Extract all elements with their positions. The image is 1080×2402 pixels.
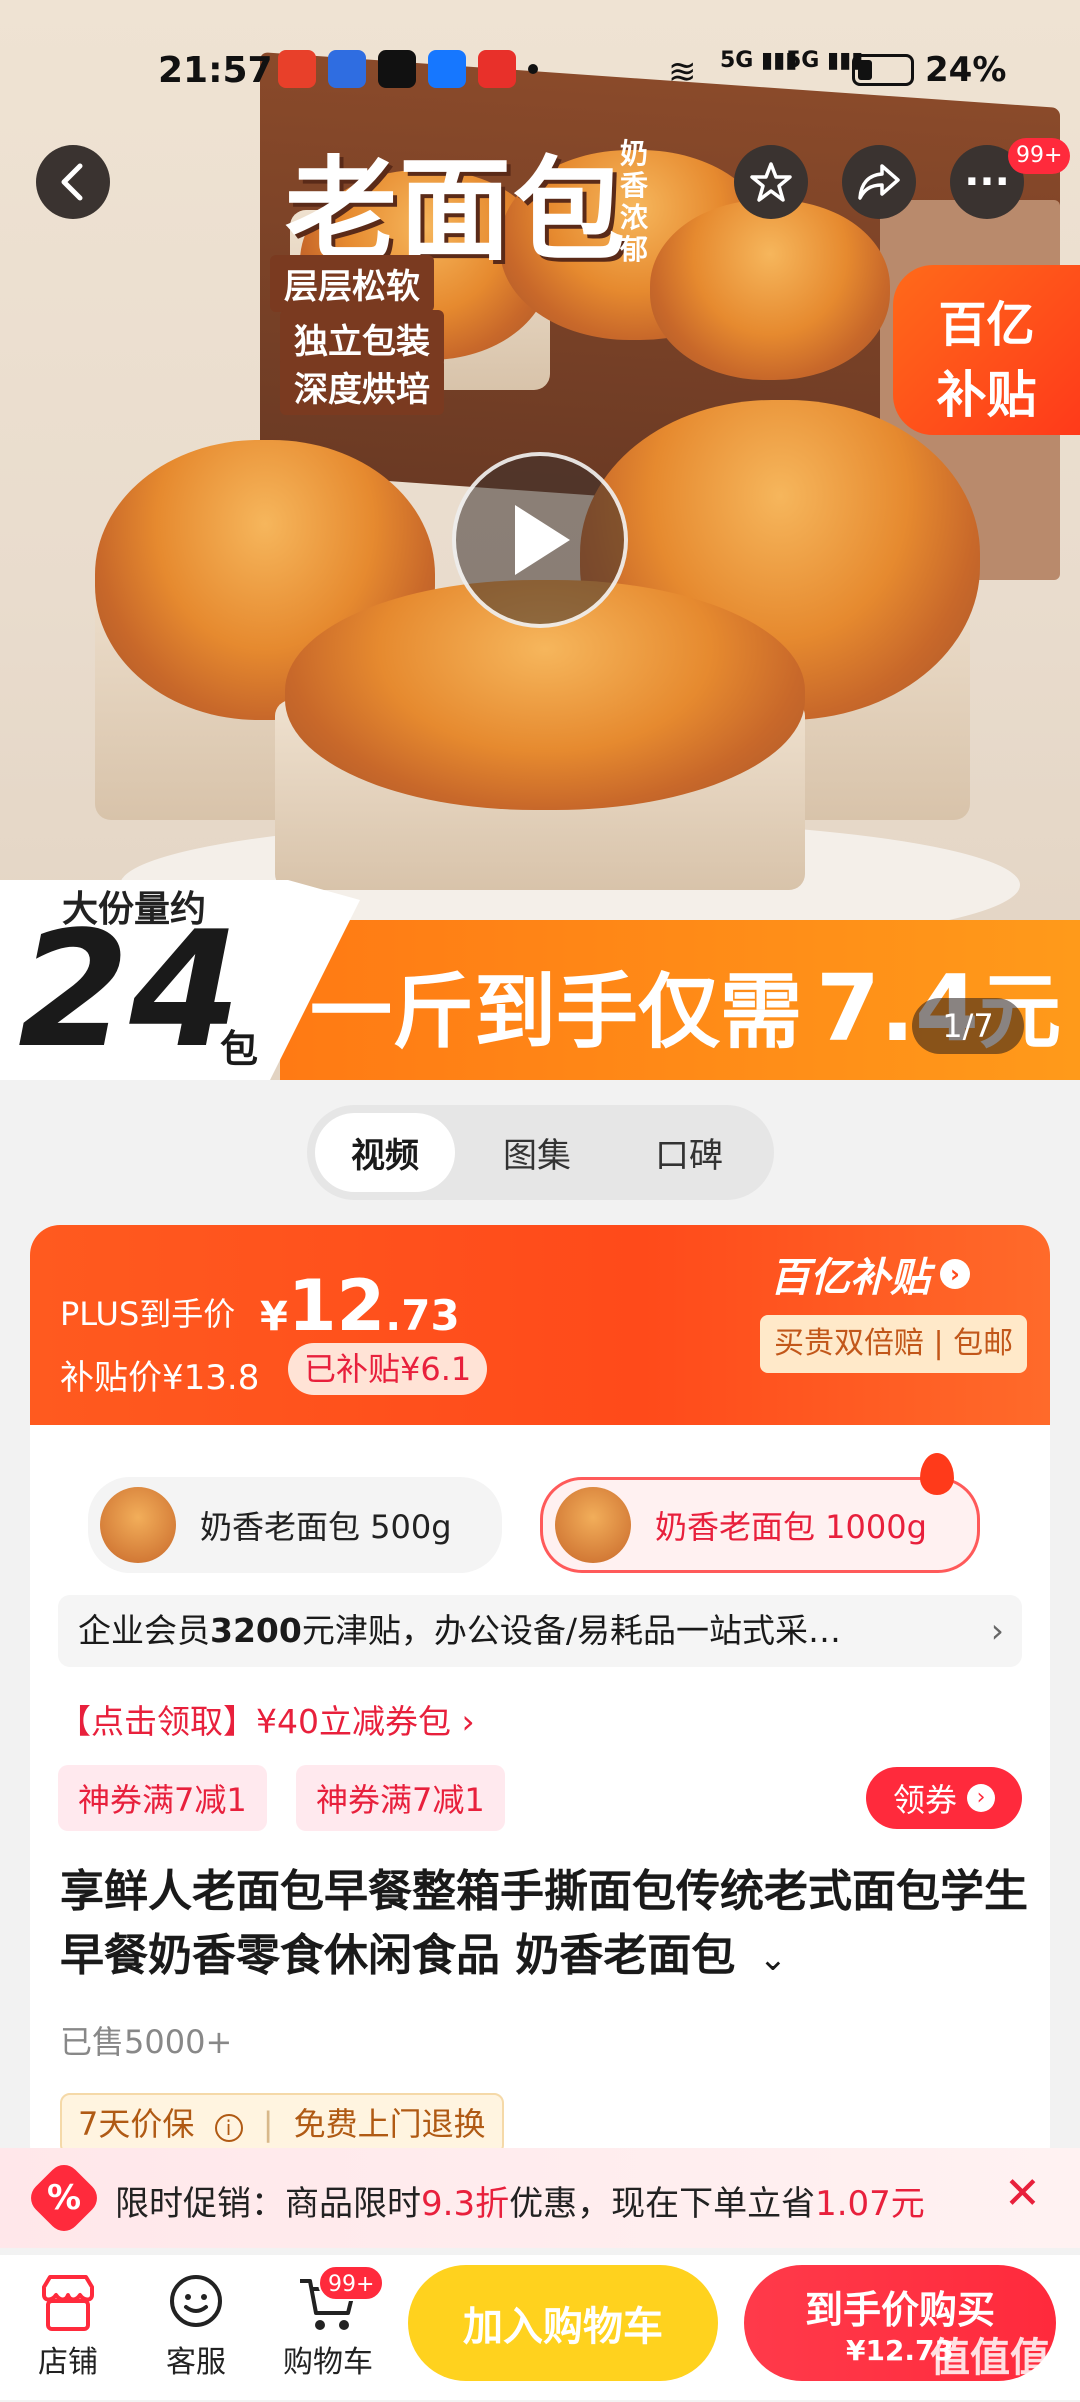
hot-flame-icon — [920, 1453, 954, 1495]
hero-feature-1: 层层松软 — [270, 255, 434, 312]
favorite-button[interactable] — [734, 145, 808, 219]
battery-percent: 24% — [925, 50, 1007, 90]
cart-badge: 99+ — [318, 2265, 385, 2301]
service-badges[interactable]: 7天价保 i | 免费上门退换 — [60, 2093, 504, 2155]
image-page-indicator: 1/7 — [912, 998, 1024, 1054]
tab-video[interactable]: 视频 — [315, 1113, 455, 1192]
media-tab-bar: 视频 图集 口碑 — [307, 1105, 774, 1200]
coupon-pack-link[interactable]: 【点击领取】¥40立减券包 › — [58, 1695, 475, 1743]
chevron-left-icon — [61, 163, 83, 201]
more-dots-icon: ··· — [964, 159, 1010, 205]
enterprise-banner[interactable]: 企业会员3200元津贴，办公设备/易耗品一站式采… › — [58, 1595, 1022, 1667]
price-header: PLUS到手价 ¥12.73 补贴价¥13.8 已补贴¥6.1 百亿补贴 › 买… — [30, 1225, 1050, 1425]
more-badge: 99+ — [1008, 138, 1071, 174]
billion-subsidy-link[interactable]: 百亿补贴 › — [770, 1245, 970, 1303]
subsidized-badge: 已补贴¥6.1 — [288, 1343, 488, 1395]
claim-coupon-button[interactable]: 领券 › — [866, 1767, 1022, 1829]
tab-gallery[interactable]: 图集 — [467, 1113, 607, 1192]
info-icon: i — [214, 2114, 243, 2142]
add-to-cart-button[interactable]: 加入购物车 — [408, 2265, 718, 2381]
guarantee-badge: 买贵双倍赔 | 包邮 — [760, 1315, 1028, 1373]
coupon-tag-2: 神券满7减1 — [296, 1765, 505, 1831]
plus-price: ¥12.73 — [260, 1265, 460, 1347]
product-hero-image[interactable]: 老面包 奶香浓郁 层层松软 独立包装 深度烘培 百亿 补贴 大份量约 24 包 … — [0, 0, 1080, 1080]
chevron-right-circle-icon: › — [967, 1784, 995, 1812]
wifi-icon: ≋ — [668, 52, 697, 92]
status-bar: 21:57 ≋ 5G ▮▮▮ 5G ▮▮▮ 24% — [0, 40, 1080, 110]
app-icon-tiktok — [378, 50, 416, 88]
subsidy-logo: 百亿 补贴 — [893, 265, 1080, 435]
app-icon-alipay — [428, 50, 466, 88]
nav-shop[interactable]: 店铺 — [28, 2273, 108, 2381]
watermark: 值值值 zhizhizhi.com — [930, 2335, 1050, 2402]
product-title: 享鲜人老面包早餐整箱手撕面包传统老式面包学生早餐奶香零食休闲食品 奶香老面包 ⌄ — [60, 1866, 1028, 1981]
share-icon — [858, 164, 900, 200]
play-icon — [515, 505, 570, 575]
amount-number: 24 — [18, 896, 241, 1080]
tab-reviews[interactable]: 口碑 — [619, 1113, 759, 1192]
chevron-right-circle-icon: › — [940, 1259, 970, 1289]
variant-1000g[interactable]: 奶香老面包 1000g — [540, 1477, 980, 1573]
battery-icon — [852, 54, 914, 86]
enterprise-arrow: › — [990, 1611, 1004, 1650]
variant-thumb-1000g — [555, 1487, 631, 1563]
nav-service[interactable]: 客服 — [156, 2273, 236, 2381]
percent-icon: % — [24, 2158, 104, 2238]
subsidy-price: 补贴价¥13.8 — [60, 1358, 260, 1398]
app-icons-row — [278, 50, 538, 88]
back-button[interactable] — [36, 145, 110, 219]
app-icon-1 — [278, 50, 316, 88]
product-info-card: PLUS到手价 ¥12.73 补贴价¥13.8 已补贴¥6.1 百亿补贴 › 买… — [30, 1225, 1050, 2175]
close-promo-button[interactable]: ✕ — [1004, 2168, 1041, 2219]
app-icon-2 — [328, 50, 366, 88]
promo-text: 限时促销：商品限时9.3折优惠，现在下单立省1.07元 — [115, 2184, 925, 2224]
status-time: 21:57 — [158, 50, 273, 91]
shop-icon — [42, 2275, 94, 2331]
share-button[interactable] — [842, 145, 916, 219]
dot-icon — [528, 64, 538, 74]
app-icon-5 — [478, 50, 516, 88]
variant-500g[interactable]: 奶香老面包 500g — [88, 1477, 502, 1573]
customer-service-icon — [170, 2275, 222, 2327]
amount-unit: 包 — [220, 1027, 259, 1071]
hero-feature-3: 深度烘培 — [280, 358, 444, 415]
chevron-down-icon[interactable]: ⌄ — [759, 1939, 788, 1979]
star-icon — [750, 162, 792, 202]
promo-bar: % 限时促销：商品限时9.3折优惠，现在下单立省1.07元 ✕ — [0, 2148, 1080, 2248]
bottom-action-bar: 店铺 客服 购物车 99+ 加入购物车 到手价购买 ¥12.73 值值值 zhi… — [0, 2255, 1080, 2402]
coupon-tag-1: 神券满7减1 — [58, 1765, 267, 1831]
hero-vertical-tag: 奶香浓郁 — [620, 137, 649, 266]
play-video-button[interactable] — [452, 452, 628, 628]
variant-thumb-500g — [100, 1487, 176, 1563]
bun-back-3 — [650, 200, 890, 380]
plus-price-label: PLUS到手价 — [60, 1295, 236, 1333]
sold-count: 已售5000+ — [60, 2023, 233, 2061]
